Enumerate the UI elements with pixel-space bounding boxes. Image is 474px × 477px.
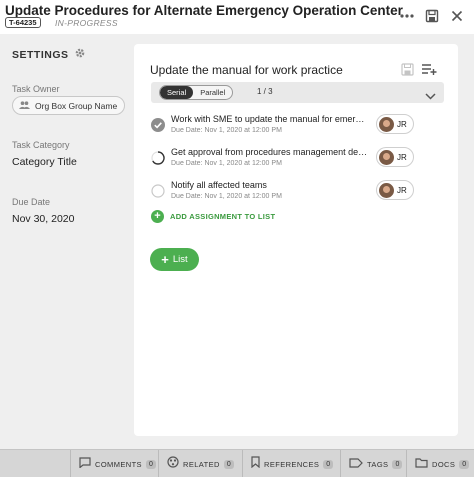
settings-heading: SETTINGS <box>12 46 86 64</box>
add-assignment-button[interactable]: + ADD ASSIGNMENT TO LIST <box>151 210 275 223</box>
list-pager: 1 / 3 <box>257 87 273 96</box>
due-date-label: Due Date <box>12 197 51 207</box>
plus-icon: + <box>161 251 169 267</box>
add-assignment-label: ADD ASSIGNMENT TO LIST <box>170 212 276 221</box>
bookmark-icon <box>251 455 260 473</box>
assignee-initials: JR <box>397 119 407 129</box>
assignment-row[interactable]: Notify all affected teams Due Date: Nov … <box>134 176 458 206</box>
serial-parallel-toggle: Serial Parallel <box>159 85 234 100</box>
assignment-row[interactable]: Work with SME to update the manual for e… <box>134 110 458 140</box>
save-icon[interactable] <box>423 7 441 25</box>
tab-related-label: RELATED <box>183 459 220 469</box>
tab-tags-label: TAGS <box>367 459 389 469</box>
comment-icon <box>79 455 91 473</box>
task-owner-chip[interactable]: Org Box Group Name <box>12 96 126 115</box>
assignee-chip[interactable]: JR <box>376 147 414 167</box>
tag-icon <box>349 455 363 473</box>
plus-circle-icon: + <box>151 210 164 223</box>
more-options-icon[interactable] <box>398 7 416 25</box>
assignment-due: Due Date: Nov 1, 2020 at 12:00 PM <box>171 127 282 134</box>
assignment-name: Work with SME to update the manual for e… <box>171 114 369 124</box>
task-category-label: Task Category <box>12 140 70 150</box>
assignee-initials: JR <box>397 152 407 162</box>
tab-tags[interactable]: TAGS 0 <box>340 450 406 477</box>
tab-related[interactable]: RELATED 0 <box>158 450 242 477</box>
assignment-name: Get approval from procedures management … <box>171 147 369 157</box>
assignment-name: Notify all affected teams <box>171 180 267 190</box>
task-category-value[interactable]: Category Title <box>12 156 77 168</box>
assignee-chip[interactable]: JR <box>376 114 414 134</box>
serial-option[interactable]: Serial <box>160 86 194 99</box>
tab-comments-label: COMMENTS <box>95 459 142 469</box>
tab-docs-label: DOCS <box>432 459 456 469</box>
assignee-chip[interactable]: JR <box>376 180 414 200</box>
related-icon <box>167 455 179 473</box>
assignment-due: Due Date: Nov 1, 2020 at 12:00 PM <box>171 160 282 167</box>
group-icon <box>19 100 30 111</box>
task-owner-value: Org Box Group Name <box>35 100 118 111</box>
parallel-option[interactable]: Parallel <box>193 86 232 99</box>
task-status: IN-PROGRESS <box>55 18 118 28</box>
settings-label: SETTINGS <box>12 49 69 61</box>
save-list-icon[interactable] <box>398 61 416 77</box>
assignment-due: Due Date: Nov 1, 2020 at 12:00 PM <box>171 193 282 200</box>
tab-docs-count: 0 <box>459 459 470 469</box>
avatar <box>379 116 394 132</box>
footer-tab-bar: COMMENTS 0 RELATED 0 REFERENCES 0 TAGS 0… <box>0 449 474 477</box>
tab-related-count: 0 <box>223 459 234 469</box>
assignee-initials: JR <box>397 185 407 195</box>
list-toolbar: Serial Parallel 1 / 3 <box>151 82 444 103</box>
tab-references-label: REFERENCES <box>264 459 320 469</box>
settings-sidebar: SETTINGS Task Owner Org Box Group Name T… <box>0 34 134 449</box>
tab-comments-count: 0 <box>145 459 156 469</box>
not-started-status-icon[interactable] <box>151 184 165 198</box>
add-list-icon[interactable] <box>420 61 438 77</box>
tab-references-count: 0 <box>323 459 334 469</box>
task-list-panel: Update the manual for work practice Seri… <box>134 44 458 436</box>
task-owner-label: Task Owner <box>12 84 60 94</box>
list-button-label: List <box>172 254 188 265</box>
list-title[interactable]: Update the manual for work practice <box>150 63 343 77</box>
tab-tags-count: 0 <box>392 459 403 469</box>
assignment-row[interactable]: Get approval from procedures management … <box>134 143 458 173</box>
avatar <box>379 149 394 165</box>
complete-check-icon[interactable] <box>151 118 165 132</box>
header: Update Procedures for Alternate Emergenc… <box>0 0 474 34</box>
tab-comments[interactable]: COMMENTS 0 <box>70 450 158 477</box>
tab-references[interactable]: REFERENCES 0 <box>242 450 340 477</box>
gear-icon[interactable] <box>74 46 86 64</box>
folder-icon <box>415 455 428 473</box>
chevron-down-icon[interactable] <box>425 87 436 105</box>
due-date-value[interactable]: Nov 30, 2020 <box>12 213 74 225</box>
task-title: Update Procedures for Alternate Emergenc… <box>5 3 403 18</box>
avatar <box>379 182 394 198</box>
task-id-badge: T-64235 <box>5 17 41 28</box>
close-icon[interactable] <box>448 7 466 25</box>
tab-docs[interactable]: DOCS 0 <box>406 450 474 477</box>
in-progress-status-icon[interactable] <box>151 151 165 165</box>
add-list-button[interactable]: + List <box>150 248 199 271</box>
